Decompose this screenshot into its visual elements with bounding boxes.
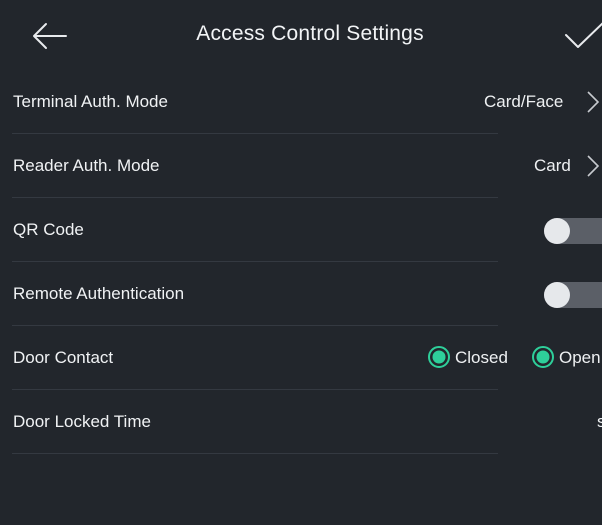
terminal-auth-mode-row[interactable]: Terminal Auth. Mode Card/Face [0, 70, 602, 134]
title-bar: Access Control Settings [0, 0, 602, 70]
terminal-auth-mode-label: Terminal Auth. Mode [13, 92, 168, 111]
qr-code-toggle[interactable] [544, 218, 602, 244]
reader-auth-mode-label: Reader Auth. Mode [13, 156, 160, 175]
door-contact-row: Door Contact Closed Open [0, 326, 602, 390]
radio-open[interactable] [532, 346, 554, 368]
qr-code-row: QR Code [0, 198, 602, 262]
chevron-right-icon [587, 155, 600, 177]
door-locked-time-value: s [597, 412, 602, 431]
remote-authentication-label: Remote Authentication [13, 284, 185, 303]
toggle-knob [544, 218, 570, 244]
screen: Access Control Settings Terminal Auth. M… [0, 0, 602, 525]
door-contact-label: Door Contact [13, 348, 114, 367]
radio-closed[interactable] [428, 346, 450, 368]
qr-code-label: QR Code [13, 220, 84, 239]
toggle-knob [544, 282, 570, 308]
radio-open-label: Open [559, 348, 601, 367]
reader-auth-mode-row[interactable]: Reader Auth. Mode Card [0, 134, 602, 198]
door-locked-time-label: Door Locked Time [13, 412, 151, 431]
door-locked-time-row[interactable]: Door Locked Time s [0, 390, 602, 454]
chevron-right-icon [587, 91, 600, 113]
terminal-auth-mode-value: Card/Face [484, 92, 564, 111]
checkmark-icon[interactable] [562, 20, 602, 52]
radio-closed-label: Closed [455, 348, 508, 367]
page-title: Access Control Settings [196, 22, 424, 45]
remote-authentication-row: Remote Authentication [0, 262, 602, 326]
reader-auth-mode-value: Card [534, 156, 571, 175]
remote-authentication-toggle[interactable] [544, 282, 602, 308]
divider [12, 453, 498, 454]
